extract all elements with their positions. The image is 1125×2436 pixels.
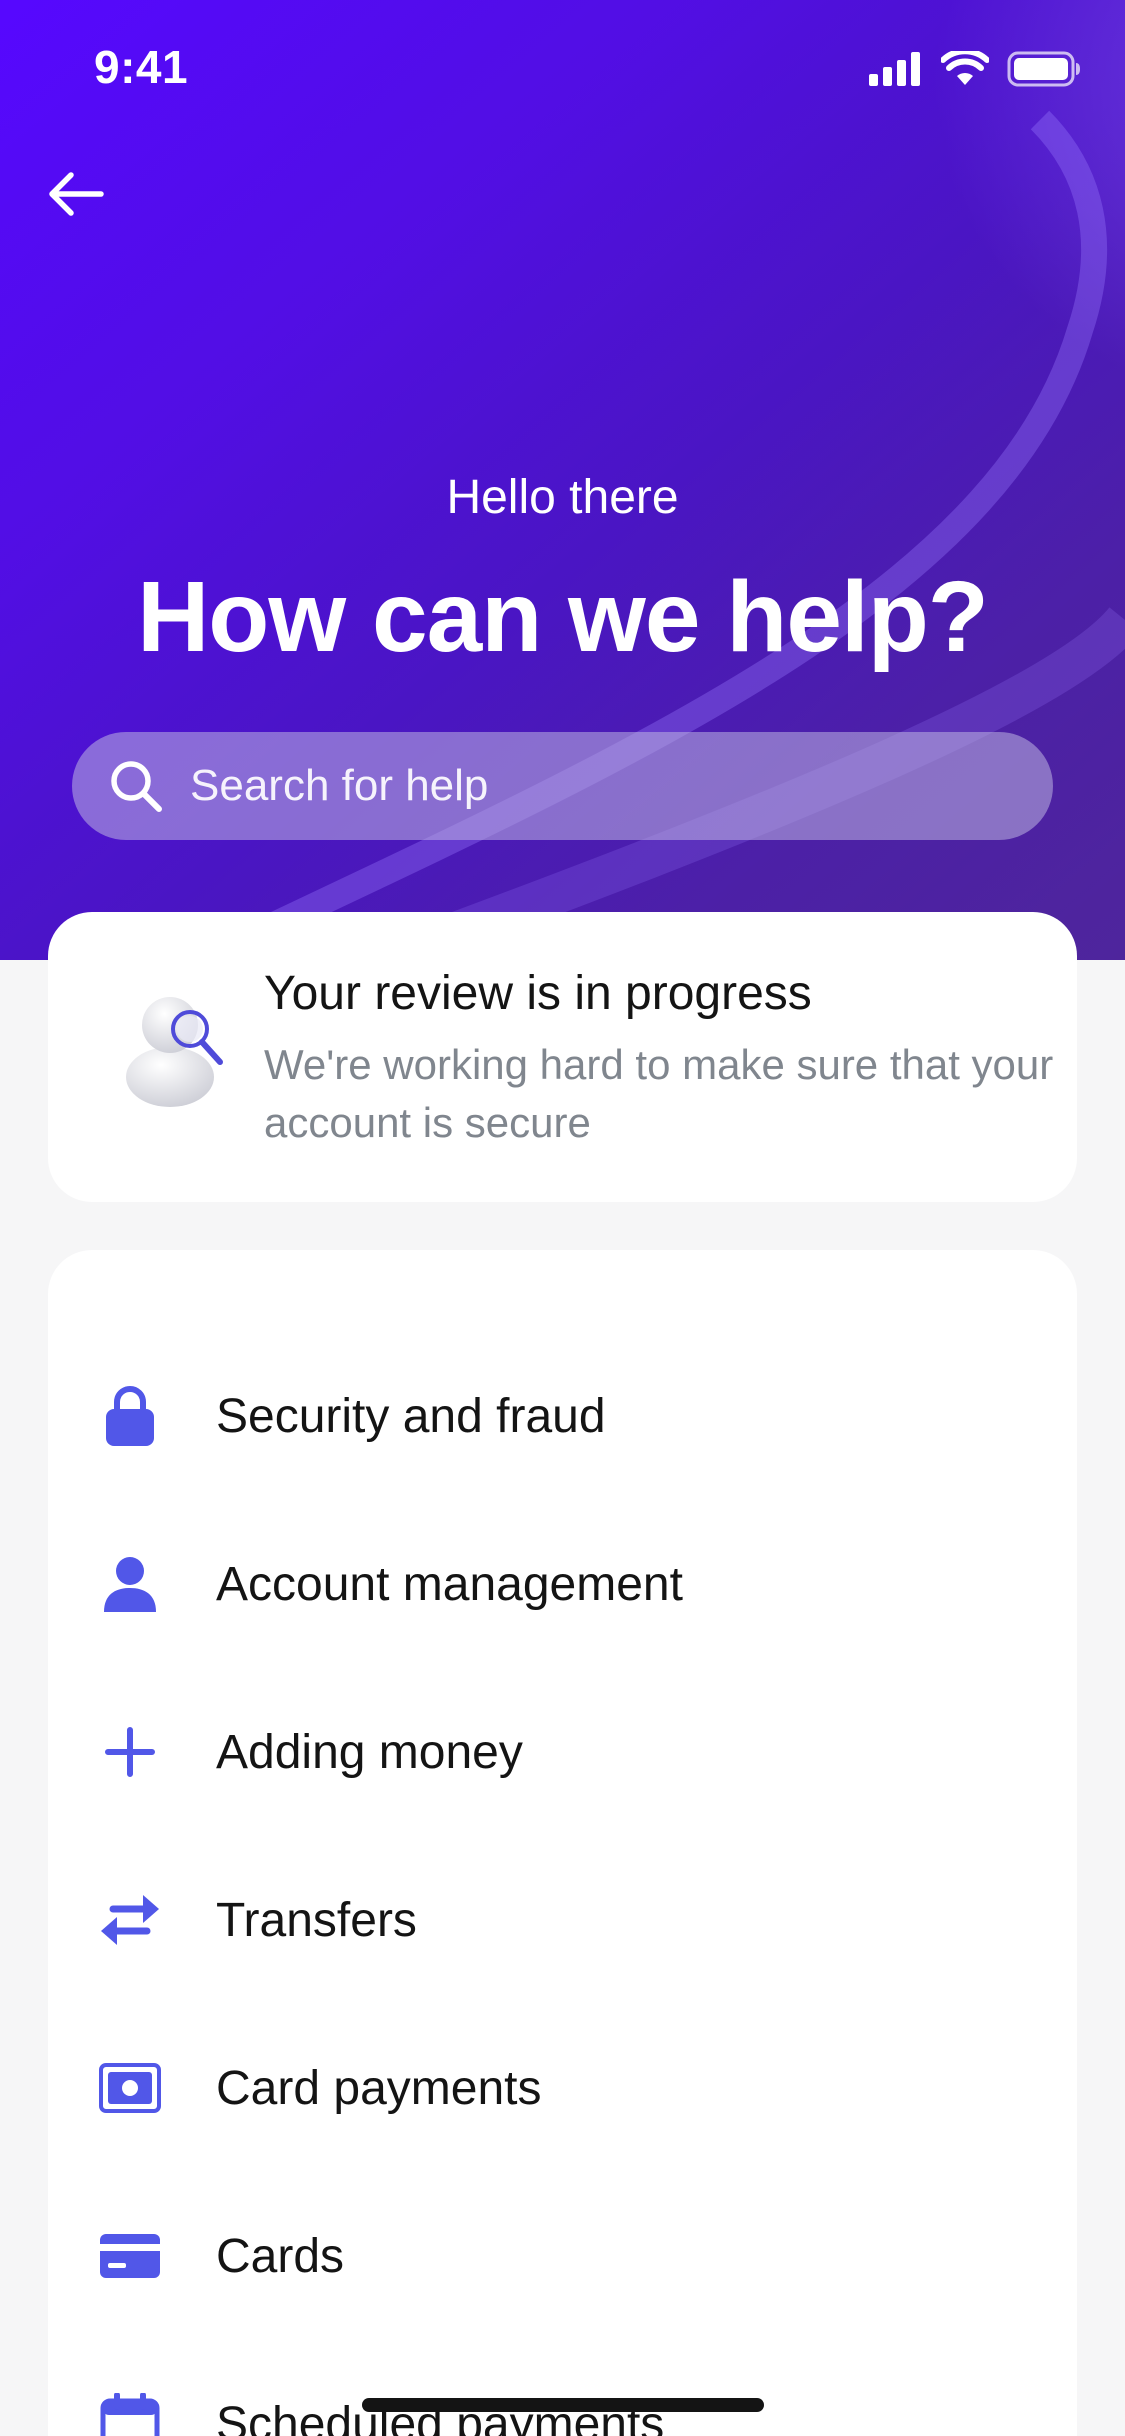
topic-label: Account management	[216, 1557, 683, 1611]
page-title: How can we help?	[137, 561, 989, 673]
back-button[interactable]	[40, 158, 112, 230]
topic-cards[interactable]: Cards	[48, 2172, 1077, 2340]
topic-transfers[interactable]: Transfers	[48, 1836, 1077, 2004]
battery-icon	[1007, 51, 1080, 87]
account-review-illustration-icon	[126, 997, 223, 1107]
topic-label: Security and fraud	[216, 1389, 606, 1443]
topic-label: Cards	[216, 2229, 345, 2283]
home-indicator[interactable]	[362, 2398, 764, 2412]
search-icon	[111, 761, 162, 812]
topic-account-management[interactable]: Account management	[48, 1500, 1077, 1668]
review-description: We're working hard to make sure that you…	[264, 1041, 1054, 1146]
calendar-icon	[98, 2392, 162, 2436]
topic-adding-money[interactable]: Adding money	[48, 1668, 1077, 1836]
cellular-signal-icon	[869, 52, 920, 86]
lock-icon	[98, 1384, 162, 1448]
topic-label: Card payments	[216, 2061, 542, 2115]
topic-security-and-fraud[interactable]: Security and fraud	[48, 1332, 1077, 1500]
status-bar: 9:41	[0, 0, 1125, 140]
search-input[interactable]	[190, 732, 1053, 840]
search-bar[interactable]	[72, 732, 1053, 840]
hero-header: 9:41 Hello there How can we help? Search…	[0, 0, 1125, 960]
greeting-text: Hello there	[446, 471, 679, 524]
card-icon	[98, 2224, 162, 2288]
review-title: Your review is in progress	[264, 967, 812, 1020]
plus-icon	[98, 1720, 162, 1784]
topic-label: Adding money	[216, 1725, 523, 1779]
topic-scheduled-payments[interactable]: Scheduled payments	[48, 2340, 1077, 2436]
topic-label: Transfers	[216, 1893, 417, 1947]
topic-card-payments[interactable]: Card payments	[48, 2004, 1077, 2172]
help-screen: 9:41 Hello there How can we help? Search…	[0, 0, 1125, 2436]
transfer-arrows-icon	[98, 1888, 162, 1952]
card-payment-icon	[98, 2056, 162, 2120]
status-icons	[869, 48, 1081, 90]
person-icon	[98, 1552, 162, 1616]
arrow-left-icon	[49, 172, 104, 216]
status-time: 9:41	[94, 41, 189, 93]
help-topics-list: Security and fraud Account management Ad…	[48, 1250, 1077, 2436]
wifi-icon	[941, 51, 989, 85]
review-status-card[interactable]: Your review is in progress We're working…	[48, 912, 1077, 1202]
